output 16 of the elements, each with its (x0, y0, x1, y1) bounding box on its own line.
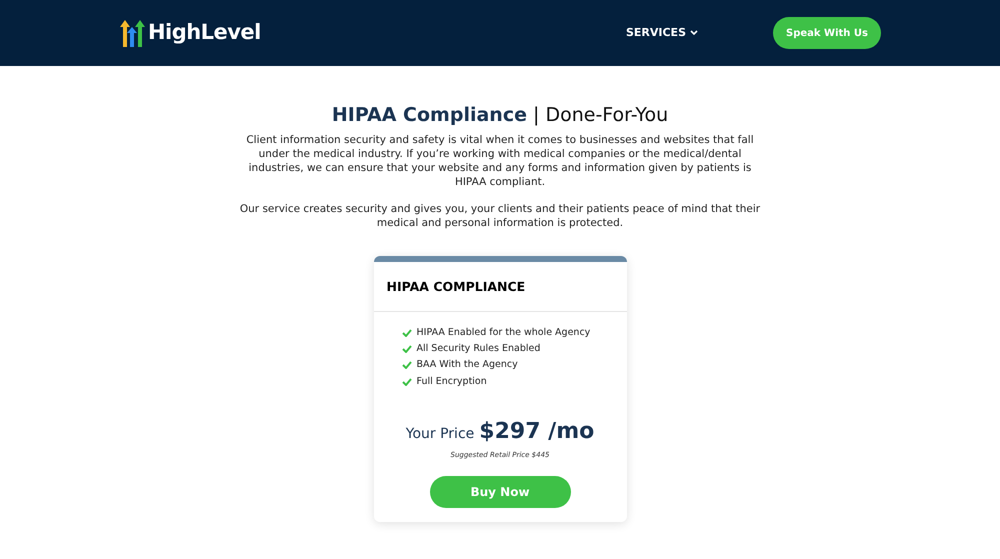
page-title: HIPAA Compliance | Done-For-You (332, 106, 668, 125)
intro-paragraph: Client information security and safety is vital when it comes to businesses and websites that fall under the medical industry. If you’re working with medical companies or the medical/dental industries, we can ensure that your website and any forms and information given by patients is HIPAA compliant. (245, 133, 755, 189)
feature-text: BAA With the Agency (416, 358, 518, 372)
feature-text: HIPAA Enabled for the whole Agency (416, 326, 590, 340)
feature-text: Full Encryption (416, 374, 487, 388)
feature-text: All Security Rules Enabled (416, 342, 540, 356)
speak-with-us-button[interactable]: Speak With Us (773, 17, 881, 49)
intro-paragraph: Our service creates security and gives you, your clients and their patients peace of mind that their medical and personal information is protected. (238, 202, 762, 230)
buy-now-button[interactable]: Buy Now (430, 476, 570, 508)
arrows-logo-icon (119, 19, 145, 47)
logo-text: HighLevel (148, 19, 261, 46)
card-title: HIPAA COMPLIANCE (374, 262, 626, 312)
price: $297 /mo (479, 418, 594, 446)
price-label: Your Price (406, 424, 474, 444)
services-menu[interactable]: SERVICES (626, 24, 698, 42)
chevron-down-icon (690, 30, 698, 36)
